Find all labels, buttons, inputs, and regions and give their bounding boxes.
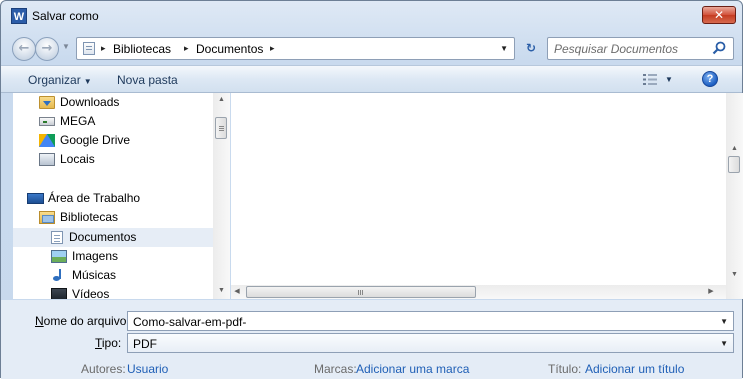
- organize-label: Organizar: [28, 73, 81, 87]
- file-list-vertical-scrollbar[interactable]: ▲ ▼: [726, 93, 743, 299]
- search-icon[interactable]: [711, 40, 727, 56]
- add-title-link[interactable]: Adicionar um título: [585, 362, 684, 376]
- word-app-icon: W: [11, 8, 27, 24]
- scroll-down-arrow-icon[interactable]: ▼: [726, 271, 743, 278]
- documents-icon: [51, 231, 63, 244]
- save-as-dialog: W Salvar como ✕ ← → ▼ ▸ Bibliotecas ▸ Do…: [0, 0, 743, 379]
- authors-label: Autores:: [81, 362, 126, 376]
- folder-location-icon: [83, 42, 95, 55]
- nav-item-label: Músicas: [72, 268, 117, 282]
- close-button[interactable]: ✕: [702, 6, 736, 24]
- breadcrumb-bibliotecas[interactable]: Bibliotecas: [113, 42, 171, 56]
- scroll-up-arrow-icon[interactable]: ▲: [726, 145, 743, 152]
- nav-item-desktop[interactable]: Área de Trabalho: [27, 189, 228, 208]
- navigation-pane-scrollbar[interactable]: ▲ ▼: [213, 93, 230, 299]
- nav-item-bibliotecas[interactable]: Bibliotecas: [39, 208, 228, 227]
- chevron-down-icon[interactable]: ▼: [720, 339, 728, 348]
- file-list-horizontal-scrollbar[interactable]: ◀ ▶: [231, 285, 726, 299]
- filename-combobox[interactable]: Como-salvar-em-pdf- ▼: [127, 311, 734, 331]
- google-drive-icon: [39, 134, 55, 147]
- tags-label: Marcas:: [314, 362, 357, 376]
- breadcrumb-separator-icon[interactable]: ▸: [101, 43, 106, 54]
- command-toolbar: Organizar ▼ Nova pasta ▼ ?: [1, 65, 742, 93]
- scrollbar-thumb[interactable]: [215, 117, 227, 139]
- nav-item-musicas[interactable]: Músicas: [51, 266, 228, 285]
- nav-item-label: Bibliotecas: [60, 210, 119, 224]
- nav-item-locais[interactable]: Locais: [39, 150, 228, 169]
- recent-locations-dropdown[interactable]: ▼: [62, 42, 70, 51]
- title-label: Título:: [548, 362, 582, 376]
- nav-item-label: Documentos: [69, 230, 137, 244]
- nav-item-mega[interactable]: MEGA: [39, 112, 228, 131]
- nav-item-videos[interactable]: Vídeos: [51, 285, 228, 299]
- file-type-value: PDF: [133, 337, 157, 351]
- scroll-down-arrow-icon[interactable]: ▼: [213, 287, 230, 294]
- scroll-left-arrow-icon[interactable]: ◀: [231, 287, 243, 295]
- network-location-icon: [39, 153, 55, 166]
- nav-item-google-drive[interactable]: Google Drive: [39, 131, 228, 150]
- desktop-icon: [27, 193, 44, 204]
- refresh-button[interactable]: ↻: [520, 38, 542, 59]
- type-label: Tipo:: [95, 336, 122, 350]
- nav-item-label: Imagens: [72, 249, 119, 263]
- nav-item-label: Área de Trabalho: [48, 191, 141, 205]
- scroll-right-arrow-icon[interactable]: ▶: [705, 287, 717, 295]
- scroll-up-arrow-icon[interactable]: ▲: [213, 96, 230, 103]
- address-bar[interactable]: ▸ Bibliotecas ▸ Documentos ▸ ▼: [76, 37, 515, 60]
- navigation-pane: Downloads MEGA Google Drive Locais Área …: [13, 93, 228, 299]
- nav-item-label: Vídeos: [72, 287, 110, 299]
- file-list-pane[interactable]: [231, 93, 728, 285]
- nav-item-imagens[interactable]: Imagens: [51, 247, 228, 266]
- nav-item-downloads[interactable]: Downloads: [39, 93, 228, 112]
- breadcrumb-separator-icon[interactable]: ▸: [270, 43, 275, 54]
- drive-icon: [39, 117, 55, 126]
- scrollbar-thumb[interactable]: [728, 156, 740, 173]
- authors-value[interactable]: Usuario: [127, 362, 168, 376]
- search-input[interactable]: Pesquisar Documentos: [554, 42, 678, 56]
- change-view-icon[interactable]: [643, 74, 657, 85]
- organize-button[interactable]: Organizar ▼: [28, 73, 92, 87]
- music-icon: [51, 269, 65, 282]
- breadcrumb-documentos[interactable]: Documentos: [196, 42, 263, 56]
- search-box[interactable]: Pesquisar Documentos: [547, 37, 734, 60]
- nav-item-label: Locais: [60, 152, 95, 166]
- nav-item-label: Google Drive: [60, 133, 131, 147]
- nav-item-label: Downloads: [60, 95, 120, 109]
- add-tag-link[interactable]: Adicionar uma marca: [356, 362, 469, 376]
- nav-item-label: MEGA: [60, 114, 96, 128]
- libraries-icon: [39, 211, 55, 224]
- title-bar: W Salvar como ✕: [1, 1, 742, 29]
- address-dropdown-icon[interactable]: ▼: [500, 44, 508, 53]
- scrollbar-thumb[interactable]: [246, 286, 476, 298]
- pictures-icon: [51, 250, 67, 263]
- chevron-down-icon[interactable]: ▼: [720, 317, 728, 326]
- nav-item-documentos[interactable]: Documentos: [13, 228, 213, 247]
- chevron-down-icon: ▼: [83, 77, 92, 86]
- videos-icon: [51, 288, 67, 299]
- filename-field[interactable]: Como-salvar-em-pdf-: [133, 315, 246, 329]
- new-folder-button[interactable]: Nova pasta: [117, 73, 178, 87]
- help-icon[interactable]: ?: [702, 71, 718, 87]
- filename-label: Nome do arquivo:: [35, 314, 130, 328]
- breadcrumb-separator-icon[interactable]: ▸: [184, 43, 189, 54]
- forward-button[interactable]: →: [35, 37, 59, 61]
- window-title: Salvar como: [32, 9, 99, 23]
- downloads-folder-icon: [39, 96, 55, 109]
- view-options-chevron-icon[interactable]: ▼: [665, 75, 673, 84]
- file-type-select[interactable]: PDF ▼: [127, 333, 734, 353]
- back-button[interactable]: ←: [12, 37, 36, 61]
